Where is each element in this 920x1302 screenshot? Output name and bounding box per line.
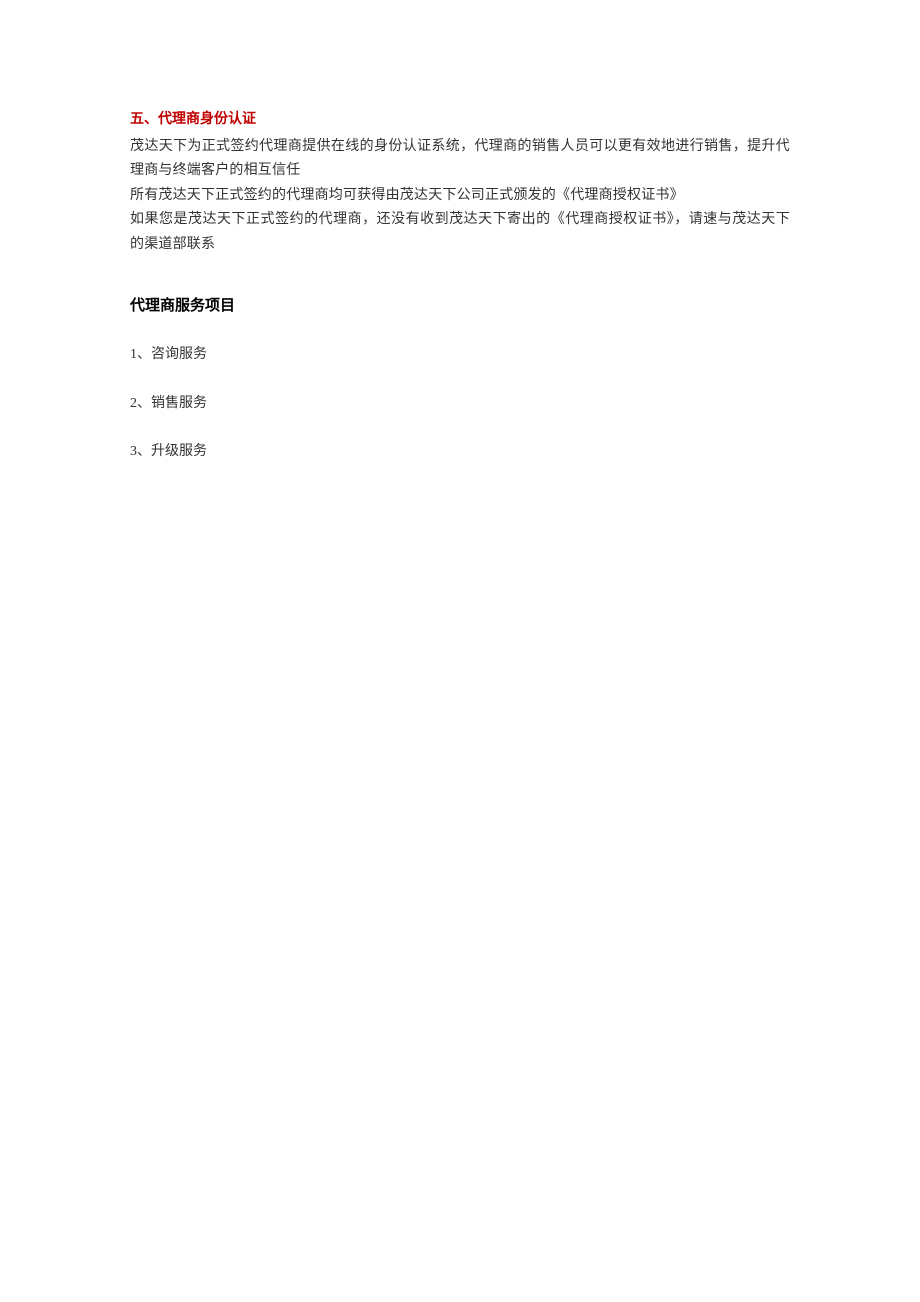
list-item-1: 1、咨询服务 — [130, 343, 790, 368]
paragraph-1: 茂达天下为正式签约代理商提供在线的身份认证系统，代理商的销售人员可以更有效地进行… — [130, 135, 790, 184]
list-item-2: 2、销售服务 — [130, 392, 790, 417]
paragraph-3: 如果您是茂达天下正式签约的代理商，还没有收到茂达天下寄出的《代理商授权证书》，请… — [130, 208, 790, 257]
list-item-3: 3、升级服务 — [130, 440, 790, 465]
paragraph-2: 所有茂达天下正式签约的代理商均可获得由茂达天下公司正式颁发的《代理商授权证书》 — [130, 184, 790, 209]
sub-heading: 代理商服务项目 — [130, 293, 790, 319]
section-title: 五、代理商身份认证 — [130, 108, 790, 133]
